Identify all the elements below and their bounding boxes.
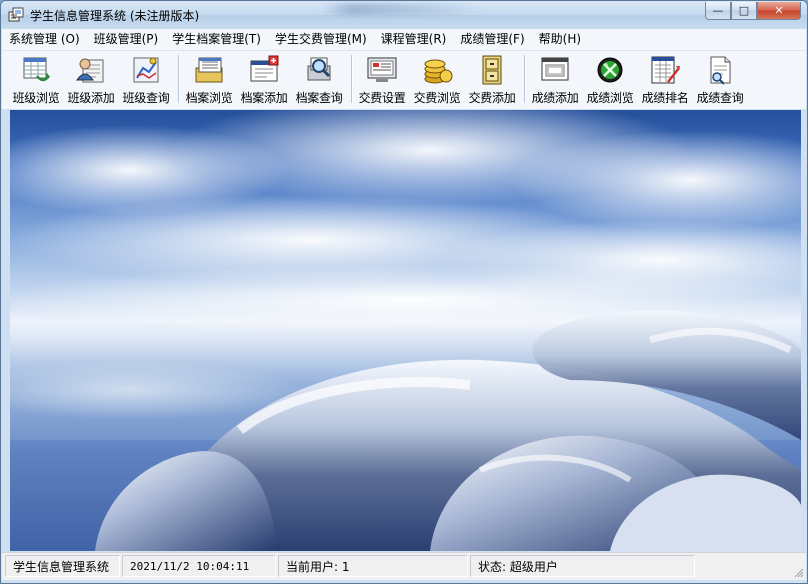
archive-add-label: 档案添加 xyxy=(240,91,288,105)
score-add-label: 成绩添加 xyxy=(531,91,579,105)
fee-cabinet-icon xyxy=(482,55,502,85)
status-user-role: 状态: 超级用户 xyxy=(470,555,695,577)
score-query-button[interactable]: 成绩查询 xyxy=(693,52,747,106)
status-bar: 学生信息管理系统 2021/11/2 10:04:11 当前用户: 1 状态: … xyxy=(2,552,806,580)
class-user-add-icon xyxy=(76,58,104,83)
score-rank-button[interactable]: 成绩排名 xyxy=(638,52,692,106)
menu-bar: 系统管理 (O) 班级管理(P) 学生档案管理(T) 学生交费管理(M) 课程管… xyxy=(2,29,806,51)
class-table-icon xyxy=(23,57,50,82)
maximize-button[interactable]: □ xyxy=(731,2,757,20)
score-rank-chart-icon xyxy=(651,56,680,84)
archive-search-icon xyxy=(307,57,331,81)
class-search-chart-icon xyxy=(133,57,159,83)
close-button[interactable]: ✕ xyxy=(757,2,801,20)
minimize-icon: — xyxy=(712,4,724,17)
score-browse-globe-icon xyxy=(597,57,623,83)
fee-browse-label: 交费浏览 xyxy=(413,91,461,105)
archive-add-button[interactable]: 档案添加 xyxy=(237,52,291,106)
class-query-label: 班级查询 xyxy=(122,91,170,105)
score-rank-label: 成绩排名 xyxy=(641,91,689,105)
toolbar-separator xyxy=(524,55,526,103)
background-image xyxy=(10,110,801,551)
class-query-button[interactable]: 班级查询 xyxy=(119,52,173,106)
score-browse-button[interactable]: 成绩浏览 xyxy=(583,52,637,106)
archive-add-window-icon xyxy=(250,55,279,82)
archive-query-button[interactable]: 档案查询 xyxy=(292,52,346,106)
class-browse-button[interactable]: 班级浏览 xyxy=(9,52,63,106)
score-search-document-icon xyxy=(710,56,731,85)
fee-add-label: 交费添加 xyxy=(468,91,516,105)
class-add-button[interactable]: 班级添加 xyxy=(64,52,118,106)
window-title: 学生信息管理系统 (未注册版本) xyxy=(30,9,200,23)
app-icon[interactable] xyxy=(8,7,24,23)
class-browse-label: 班级浏览 xyxy=(12,91,60,105)
status-current-user: 当前用户: 1 xyxy=(278,555,468,577)
fee-browse-button[interactable]: 交费浏览 xyxy=(410,52,464,106)
score-query-label: 成绩查询 xyxy=(696,91,744,105)
status-datetime: 2021/11/2 10:04:11 xyxy=(122,555,276,577)
fee-settings-label: 交费设置 xyxy=(358,91,406,105)
archive-query-label: 档案查询 xyxy=(295,91,343,105)
menu-system[interactable]: 系统管理 (O) xyxy=(2,30,87,49)
score-add-window-icon xyxy=(541,57,569,81)
menu-score[interactable]: 成绩管理(F) xyxy=(453,30,531,49)
fee-add-button[interactable]: 交费添加 xyxy=(465,52,519,106)
main-client-area xyxy=(10,110,801,551)
toolbar: 班级浏览 班级添加 班级查询 档案浏览 档案添加 档案查询 交费设置 交费浏览 … xyxy=(2,51,806,109)
toolbar-separator xyxy=(351,55,353,103)
maximize-icon: □ xyxy=(738,4,750,17)
main-window: 学生信息管理系统 (未注册版本) — □ ✕ 系统管理 (O) 班级管理(P) … xyxy=(0,0,808,584)
fee-settings-button[interactable]: 交费设置 xyxy=(355,52,409,106)
fee-coins-icon xyxy=(424,59,453,84)
archive-browse-button[interactable]: 档案浏览 xyxy=(182,52,236,106)
score-add-button[interactable]: 成绩添加 xyxy=(528,52,582,106)
menu-course[interactable]: 课程管理(R) xyxy=(374,30,454,49)
fee-settings-monitor-icon xyxy=(367,57,397,82)
close-icon: ✕ xyxy=(774,4,784,17)
score-browse-label: 成绩浏览 xyxy=(586,91,634,105)
caption-buttons: — □ ✕ xyxy=(705,2,801,20)
resize-grip-icon[interactable] xyxy=(794,568,804,578)
title-bar[interactable]: 学生信息管理系统 (未注册版本) — □ ✕ xyxy=(1,1,807,29)
menu-student-fee[interactable]: 学生交费管理(M) xyxy=(268,30,374,49)
class-add-label: 班级添加 xyxy=(67,91,115,105)
toolbar-separator xyxy=(178,55,180,103)
menu-help[interactable]: 帮助(H) xyxy=(532,30,588,49)
archive-browse-label: 档案浏览 xyxy=(185,91,233,105)
archive-list-icon xyxy=(195,57,223,83)
status-app-name: 学生信息管理系统 xyxy=(5,555,120,577)
menu-student-archive[interactable]: 学生档案管理(T) xyxy=(165,30,268,49)
menu-class[interactable]: 班级管理(P) xyxy=(87,30,166,49)
minimize-button[interactable]: — xyxy=(705,2,731,20)
title-bar-glass-reflection xyxy=(321,3,481,15)
